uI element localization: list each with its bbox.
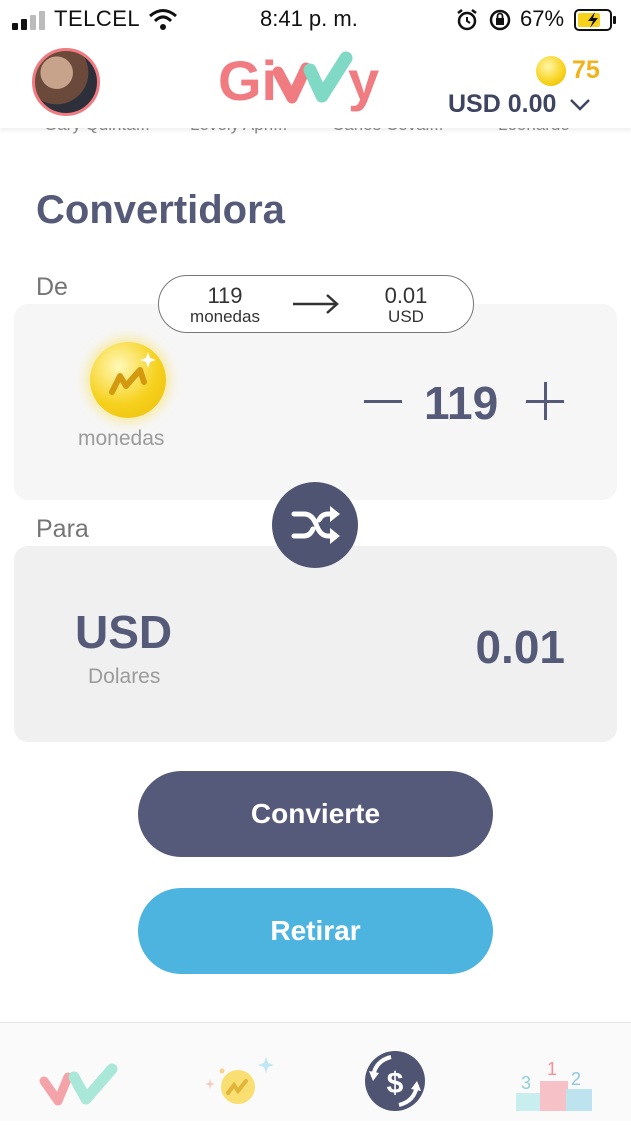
- home-tab-icon: [39, 1063, 118, 1106]
- balance-value: USD 0.00: [448, 90, 557, 118]
- svg-text:$: $: [387, 1067, 404, 1100]
- battery-percent: 67%: [520, 6, 565, 31]
- exchange-rate-badge: 119 monedas 0.01 USD: [158, 275, 474, 333]
- tab-coins[interactable]: [188, 1023, 288, 1121]
- rate-to-unit: USD: [388, 307, 424, 326]
- to-label: Para: [36, 515, 89, 543]
- rate-from-unit: monedas: [190, 307, 260, 326]
- from-label: De: [36, 273, 68, 301]
- convert-button[interactable]: Convierte: [138, 771, 493, 857]
- clock: 8:41 p. m.: [260, 6, 358, 31]
- currency-code: USD: [75, 606, 173, 658]
- rate-to-value: 0.01: [384, 283, 428, 308]
- wifi-icon: [149, 9, 177, 30]
- decrement-button[interactable]: [364, 400, 402, 403]
- tab-leaderboard[interactable]: 1 3 2: [506, 1023, 606, 1121]
- quantity-value[interactable]: 119: [424, 376, 498, 430]
- converted-amount: 0.01: [475, 621, 565, 673]
- shuffle-icon: [291, 506, 340, 544]
- signal-icon: [12, 11, 45, 30]
- app-header: Gi y 75 USD 0.00: [0, 40, 631, 128]
- increment-button-stem[interactable]: [544, 382, 547, 420]
- convert-tab-icon: $: [365, 1051, 425, 1111]
- chevron-down-icon: [570, 99, 591, 112]
- battery-charging-icon: [574, 9, 616, 31]
- carrier-name: TELCEL: [54, 6, 141, 31]
- tab-home[interactable]: [28, 1023, 128, 1121]
- coin-icon: [90, 342, 166, 418]
- swap-button[interactable]: [272, 482, 358, 568]
- coins-tab-icon: [205, 1057, 274, 1104]
- leaderboard-tab-icon: 1 3 2: [516, 1059, 592, 1111]
- svg-text:2: 2: [571, 1069, 581, 1089]
- rate-from-value: 119: [207, 283, 243, 308]
- coin-icon: [536, 56, 566, 86]
- currency-name: Dolares: [88, 665, 161, 688]
- givvy-logo: Gi y: [218, 49, 379, 112]
- svg-text:y: y: [348, 49, 379, 112]
- status-bar: TELCEL 8:41 p. m. 67%: [0, 0, 631, 40]
- alarm-icon: [457, 9, 477, 31]
- svg-text:1: 1: [547, 1059, 557, 1079]
- coin-count: 75: [572, 56, 600, 84]
- withdraw-button[interactable]: Retirar: [138, 888, 493, 974]
- coin-unit-label: monedas: [78, 427, 165, 450]
- balance-dropdown[interactable]: USD 0.00: [448, 90, 591, 119]
- svg-text:3: 3: [521, 1073, 531, 1093]
- orientation-lock-icon: [489, 9, 511, 31]
- avatar[interactable]: [32, 48, 100, 116]
- quantity-stepper: 119: [360, 370, 570, 434]
- svg-text:Gi: Gi: [218, 49, 277, 112]
- bottom-tab-bar: $ 1 3 2: [0, 1022, 631, 1121]
- tab-convert[interactable]: $: [345, 1023, 445, 1121]
- page-title: Convertidora: [36, 188, 285, 232]
- arrow-right-icon: [293, 294, 339, 314]
